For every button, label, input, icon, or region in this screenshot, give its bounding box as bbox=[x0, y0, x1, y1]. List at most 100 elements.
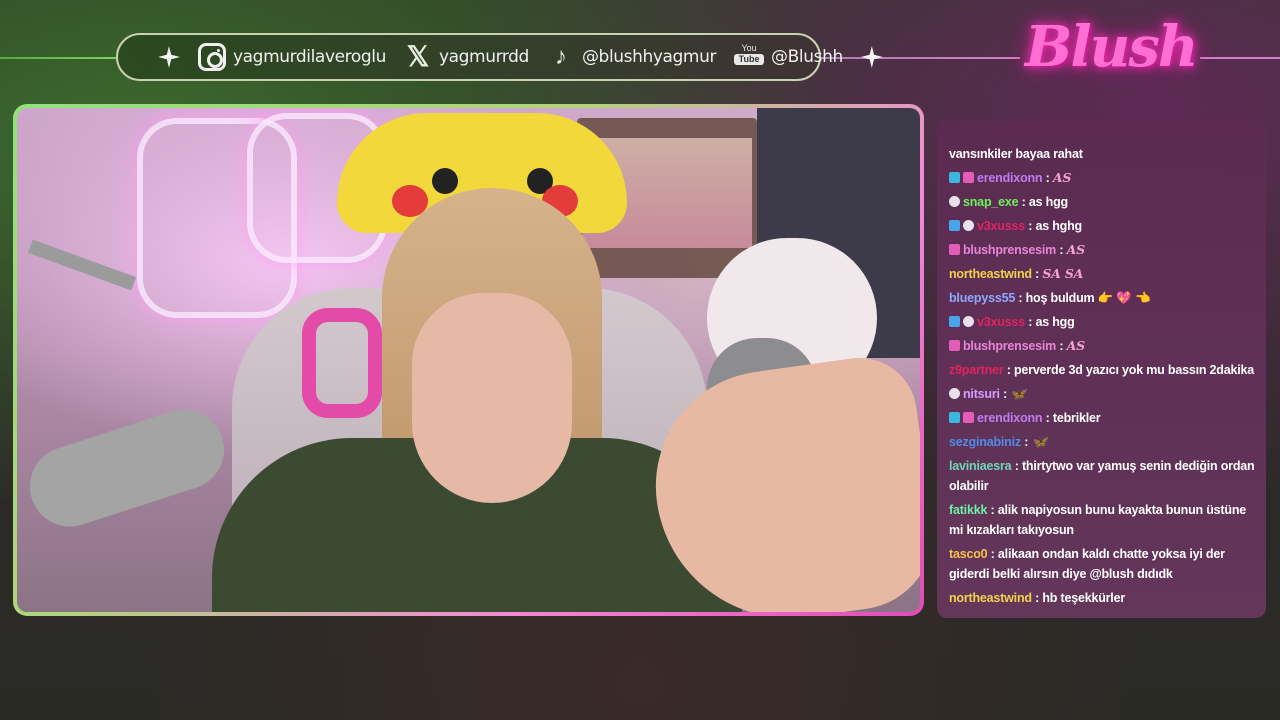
chat-username[interactable]: snap_exe bbox=[963, 195, 1019, 209]
chat-message: snap_exe : as hgg bbox=[949, 192, 1258, 212]
chat-message: tasco0 : alikaan ondan kaldı chatte yoks… bbox=[949, 544, 1258, 584]
chat-username[interactable]: z9partner bbox=[949, 363, 1004, 377]
chat-username[interactable]: erendixonn bbox=[977, 171, 1043, 185]
chat-separator: : bbox=[1003, 363, 1014, 377]
chat-message-list: vansınkiler bayaa rahat erendixonn : AS sn… bbox=[949, 144, 1258, 612]
chat-message: v3xusss : as hgg bbox=[949, 312, 1258, 332]
chat-badge-icon bbox=[963, 220, 974, 231]
header-line-right bbox=[820, 57, 1020, 59]
chat-username[interactable]: tasco0 bbox=[949, 547, 988, 561]
x-handle: yagmurrdd bbox=[438, 47, 529, 67]
chat-username[interactable]: northeastwind bbox=[949, 591, 1032, 605]
chat-separator: : bbox=[1011, 459, 1022, 473]
chat-username[interactable]: bluepyss55 bbox=[949, 291, 1015, 305]
chat-username[interactable]: laviniaesra bbox=[949, 459, 1012, 473]
chat-text: as hgg bbox=[1035, 315, 1075, 329]
tiktok-icon: ♪ bbox=[554, 43, 567, 70]
chat-text: vansınkiler bayaa rahat bbox=[949, 147, 1083, 161]
mic-arm bbox=[27, 239, 137, 291]
chat-message: laviniaesra : thirtytwo var yamuş senin … bbox=[949, 456, 1258, 496]
webcam-feed bbox=[17, 108, 920, 612]
chat-badge-icon bbox=[949, 244, 960, 255]
chat-separator: : bbox=[1056, 339, 1067, 353]
chat-badge-icon bbox=[949, 196, 960, 207]
chat-separator: : bbox=[1024, 219, 1036, 233]
chat-username[interactable]: blushprensesim bbox=[963, 243, 1056, 257]
chat-emote: AS bbox=[1066, 242, 1086, 257]
chat-message: bluepyss55 : hoş buldum 👉 💖 👈 bbox=[949, 288, 1258, 308]
chat-separator: : bbox=[1042, 411, 1053, 425]
tiktok-handle: @blushhyagmur bbox=[581, 47, 717, 67]
chat-separator: : bbox=[1042, 171, 1053, 185]
chat-panel: vansınkiler bayaa rahat erendixonn : AS sn… bbox=[937, 120, 1266, 618]
chat-message: v3xusss : as hghg bbox=[949, 216, 1258, 236]
chat-username[interactable]: v3xusss bbox=[977, 219, 1025, 233]
chat-separator: : bbox=[987, 547, 998, 561]
x-icon: 𝕏 bbox=[406, 41, 430, 72]
chat-badge-icon bbox=[963, 412, 974, 423]
chat-separator: : bbox=[1031, 267, 1043, 281]
pikachu-eye bbox=[432, 168, 458, 194]
chat-separator: : bbox=[1056, 243, 1067, 257]
chat-badge-icon bbox=[963, 316, 974, 327]
chat-text: perverde 3d yazıcı yok mu bassın 2dakika bbox=[1013, 363, 1255, 377]
chat-separator: : bbox=[1031, 591, 1043, 605]
chair-accent bbox=[302, 308, 382, 418]
chat-text: hoş buldum 👉 💖 👈 bbox=[1025, 291, 1151, 305]
social-youtube: You Tube @Blushh bbox=[734, 43, 843, 71]
sparkle-icon bbox=[158, 46, 180, 68]
social-bar: yagmurdilaveroglu 𝕏 yagmurrdd ♪ @blushhy… bbox=[116, 33, 843, 81]
social-tiktok: ♪ @blushhyagmur bbox=[547, 43, 716, 71]
chat-message: erendixonn : AS bbox=[949, 168, 1258, 188]
chat-badge-icon bbox=[949, 172, 960, 183]
social-x: 𝕏 yagmurrdd bbox=[404, 41, 530, 72]
chat-message: blushprensesim : AS bbox=[949, 336, 1258, 356]
youtube-icon-tube: Tube bbox=[734, 54, 765, 65]
chat-message: nitsuri : 🦋 bbox=[949, 384, 1258, 404]
chat-username[interactable]: erendixonn bbox=[977, 411, 1043, 425]
chat-separator: : bbox=[1018, 195, 1029, 209]
chat-separator: : bbox=[1020, 435, 1032, 449]
chat-message: northeastwind : hb teşekkürler bbox=[949, 588, 1258, 608]
chat-message: blushprensesim : AS bbox=[949, 240, 1258, 260]
chat-badge-icon bbox=[949, 388, 960, 399]
chat-text: hb teşekkürler bbox=[1042, 591, 1125, 605]
chat-emote: SA SA bbox=[1042, 266, 1084, 281]
chat-text: as hgg bbox=[1028, 195, 1068, 209]
chat-username[interactable]: nitsuri bbox=[963, 387, 1000, 401]
chat-separator: : bbox=[1015, 291, 1026, 305]
chat-badge-icon bbox=[949, 316, 960, 327]
youtube-handle: @Blushh bbox=[771, 47, 843, 67]
chat-separator: : bbox=[987, 503, 998, 517]
chat-badge-icon bbox=[949, 412, 960, 423]
chat-username[interactable]: sezginabiniz bbox=[949, 435, 1021, 449]
chat-separator: : bbox=[999, 387, 1011, 401]
chat-emote: 🦋 bbox=[1031, 434, 1047, 449]
social-instagram: yagmurdilaveroglu bbox=[198, 43, 386, 71]
chat-username[interactable]: blushprensesim bbox=[963, 339, 1056, 353]
sparkle-icon bbox=[861, 46, 883, 68]
chat-emote: 🦋 bbox=[1010, 386, 1026, 401]
chat-badge-icon bbox=[949, 340, 960, 351]
streamer-face bbox=[412, 293, 572, 503]
chat-username[interactable]: northeastwind bbox=[949, 267, 1032, 281]
chat-username[interactable]: v3xusss bbox=[977, 315, 1025, 329]
youtube-icon: You Tube bbox=[734, 43, 765, 71]
webcam-frame bbox=[13, 104, 924, 616]
header-line-left bbox=[0, 57, 118, 59]
chat-emote: AS bbox=[1052, 170, 1072, 185]
chat-message: northeastwind : SA SA bbox=[949, 264, 1258, 284]
chat-message: sezginabiniz : 🦋 bbox=[949, 432, 1258, 452]
youtube-icon-you: You bbox=[741, 43, 757, 53]
chat-username[interactable]: fatikkk bbox=[949, 503, 987, 517]
header-line-far-right bbox=[1200, 57, 1280, 59]
microphone bbox=[19, 399, 235, 537]
chat-message: vansınkiler bayaa rahat bbox=[949, 144, 1258, 164]
chat-emote: AS bbox=[1066, 338, 1086, 353]
chat-message: erendixonn : tebrikler bbox=[949, 408, 1258, 428]
instagram-handle: yagmurdilaveroglu bbox=[233, 47, 386, 67]
chat-message: z9partner : perverde 3d yazıcı yok mu ba… bbox=[949, 360, 1258, 380]
chat-badge-icon bbox=[963, 172, 974, 183]
chat-badge-icon bbox=[949, 220, 960, 231]
chat-text: tebrikler bbox=[1052, 411, 1101, 425]
